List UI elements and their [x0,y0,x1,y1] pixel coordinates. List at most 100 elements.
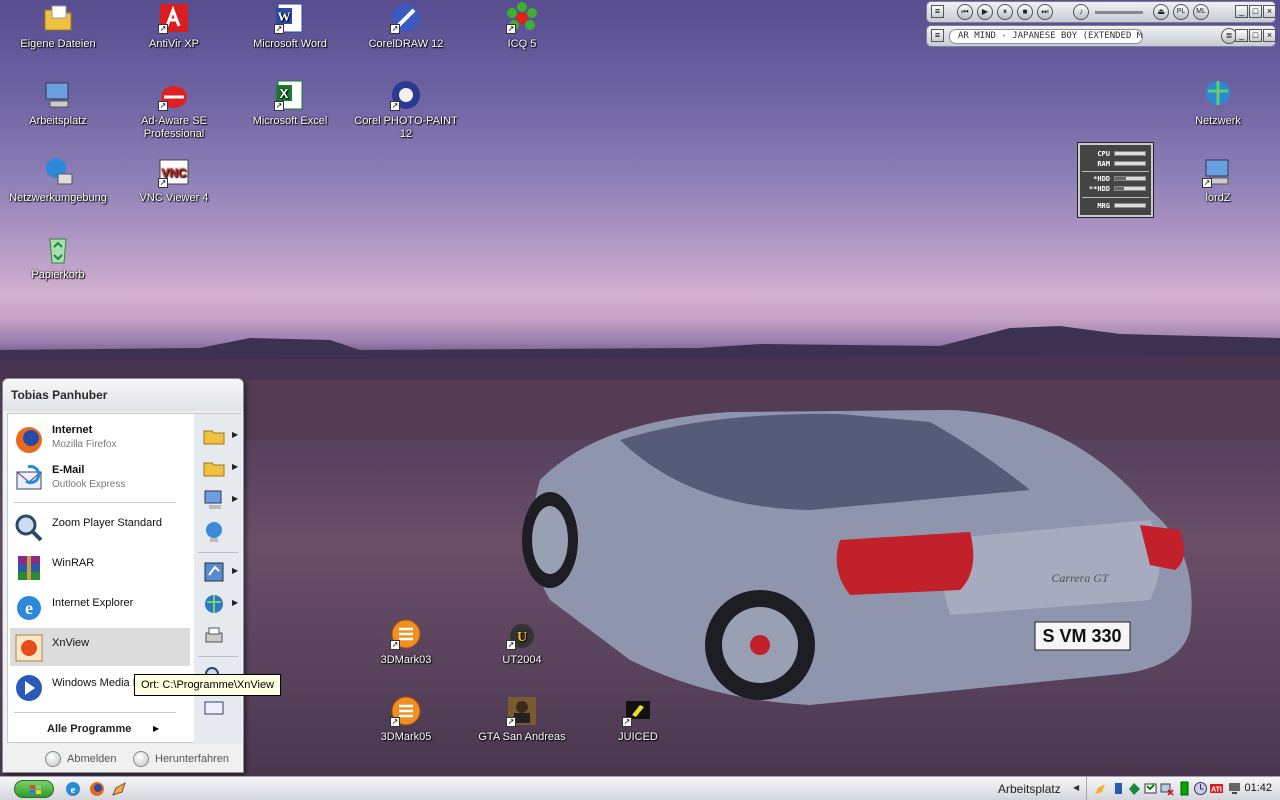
mp-menu-icon[interactable]: ≡ [931,5,944,18]
desktop-icon-label: VNC Viewer 4 [139,192,209,204]
3dmark-icon: ↗ [390,618,422,650]
sysmon-bar [1114,186,1146,191]
logoff-button[interactable]: Abmelden [45,751,117,767]
taskbar: e Arbeitsplatz ◀ ATI 01:42 [0,776,1280,800]
desktop-icon[interactable]: Netzwerkumgebung [0,156,116,205]
desktop-icon[interactable]: Eigene Dateien [0,2,116,51]
sysmon-row: MRG [1088,202,1148,210]
next-icon[interactable]: ⏭ [1037,4,1053,20]
word-icon: W ↗ [274,2,306,34]
shade-button[interactable]: □ [1249,5,1262,18]
desktop-icon[interactable]: U ↗ UT2004 [464,618,580,667]
tray-shield-icon[interactable] [1143,781,1158,796]
start-menu-item[interactable]: Internet Mozilla Firefox [10,420,190,458]
all-programs-label[interactable]: Alle Programme [47,723,131,735]
mp-restore-icon[interactable]: ≡ [931,29,944,42]
start-menu-item[interactable]: Zoom Player Standard [10,508,190,546]
places-separator [198,552,238,553]
desktop-icon[interactable]: VNC ↗ VNC Viewer 4 [116,156,232,205]
gta-icon: ↗ [506,695,538,727]
quicklaunch-firefox-icon[interactable] [88,780,106,798]
desktop-icon-label: Corel PHOTO-PAINT 12 [354,115,458,140]
places-network[interactable] [202,520,238,544]
places-run[interactable] [202,696,238,720]
car-badge: Carrera GT [1051,571,1110,585]
shutdown-label: Herunterfahren [155,752,229,765]
desktop-icon[interactable]: ↗ AntiVir XP [116,2,232,51]
volume-slider[interactable] [1095,11,1143,14]
shutdown-button[interactable]: Herunterfahren [133,751,229,767]
start-menu-footer: Abmelden Herunterfahren [3,747,243,773]
desktop-icon[interactable]: Netzwerk [1160,79,1276,128]
volume-icon[interactable]: ♪ [1073,4,1089,20]
previous-icon[interactable]: ⏮ [957,4,973,20]
folder-icon [202,424,226,448]
tray-bin-icon[interactable] [1111,781,1126,796]
start-menu-item-title: WinRAR [52,557,95,569]
quicklaunch-pencil-icon[interactable] [110,780,128,798]
svg-text:ATI: ATI [1211,787,1222,794]
tray-network-icon[interactable] [1127,781,1142,796]
desktop-icon-label: Microsoft Word [253,38,327,50]
desktop-icon-label: CorelDRAW 12 [368,38,444,50]
desktop-icon[interactable]: Papierkorb [0,233,116,282]
desktop-icon[interactable]: ↗ 3DMark05 [348,695,464,744]
desktop-icon[interactable]: ↗ Ad-Aware SE Professional [116,79,232,141]
sysmon-row: **HDD [1088,185,1148,193]
start-button[interactable] [14,780,54,798]
all-programs-arrow-icon[interactable]: ▶ [153,724,159,733]
desktop-icon[interactable]: ↗ Corel PHOTO-PAINT 12 [348,79,464,141]
3dmark-icon: ↗ [390,695,422,727]
desktop-icon-label: ICQ 5 [507,38,537,50]
close-button[interactable]: × [1263,5,1276,18]
places-control-panel[interactable]: ▶ [202,560,238,584]
svg-text:e: e [25,598,33,618]
close-button-2[interactable]: × [1263,29,1276,42]
playlist-button[interactable]: PL [1173,4,1189,20]
desktop-icon[interactable]: W ↗ Microsoft Word [232,2,348,51]
desktop-icon[interactable]: X ↗ Microsoft Excel [232,79,348,128]
shade-button-2[interactable]: □ [1249,29,1262,42]
tray-ati-icon[interactable]: ATI [1209,781,1224,796]
desktop-icon[interactable]: ↗ JUICED [580,695,696,744]
start-menu-item-subtitle: Outlook Express [52,479,126,490]
sysmon-bar [1114,151,1146,156]
minimize-button[interactable]: _ [1235,5,1248,18]
minimize-button-2[interactable]: _ [1235,29,1248,42]
desktop-icon[interactable]: ↗ ICQ 5 [464,2,580,51]
internet-explorer-icon: e [14,593,44,623]
stop-icon[interactable]: ■ [1017,4,1033,20]
desktop-icon[interactable]: Arbeitsplatz [0,79,116,128]
tray-connection-icon[interactable] [1159,781,1174,796]
places-separator-2 [198,656,238,657]
start-menu-item[interactable]: e Internet Explorer [10,588,190,626]
desktop-icon[interactable]: ↗ GTA San Andreas [464,695,580,744]
desktop-icon[interactable]: ↗ lordZ [1160,156,1276,205]
desktop-icon-label: 3DMark05 [380,731,432,743]
places-printers[interactable] [202,624,238,648]
places-connect[interactable]: ▶ [202,592,238,616]
start-menu-item[interactable]: XnView [10,628,190,666]
desktop-icon[interactable]: ↗ CorelDRAW 12 [348,2,464,51]
play-icon[interactable]: ▶ [977,4,993,20]
quicklaunch-ie-icon[interactable]: e [64,780,82,798]
desktop-icon[interactable]: ↗ 3DMark03 [348,618,464,667]
now-playing-title: AR MIND - JAPANESE BOY (EXTENDED MIX) (5… [949,29,1143,44]
tray-monitor-icon[interactable] [1227,781,1242,796]
adaware-icon: ↗ [158,79,190,111]
taskbar-clock[interactable]: 01:42 [1244,782,1272,794]
media-library-button[interactable]: ML [1193,4,1209,20]
tray-clock-icon[interactable] [1193,781,1208,796]
start-menu-item[interactable]: WinRAR [10,548,190,586]
taskbar-address-label[interactable]: Arbeitsplatz [998,782,1061,796]
media-player-icon [14,673,44,703]
tray-pencil-icon[interactable] [1093,781,1108,796]
address-chevron-icon[interactable]: ◀ [1073,783,1079,792]
eject-icon[interactable]: ⏏ [1153,4,1169,20]
places-documents[interactable]: ▶ [202,424,238,448]
start-menu-item[interactable]: E-Mail Outlook Express [10,460,190,498]
pause-icon[interactable]: ⏸ [997,4,1013,20]
tray-battery-icon[interactable] [1177,781,1192,796]
places-my-computer[interactable]: ▶ [202,488,238,512]
places-pictures[interactable]: ▶ [202,456,238,480]
